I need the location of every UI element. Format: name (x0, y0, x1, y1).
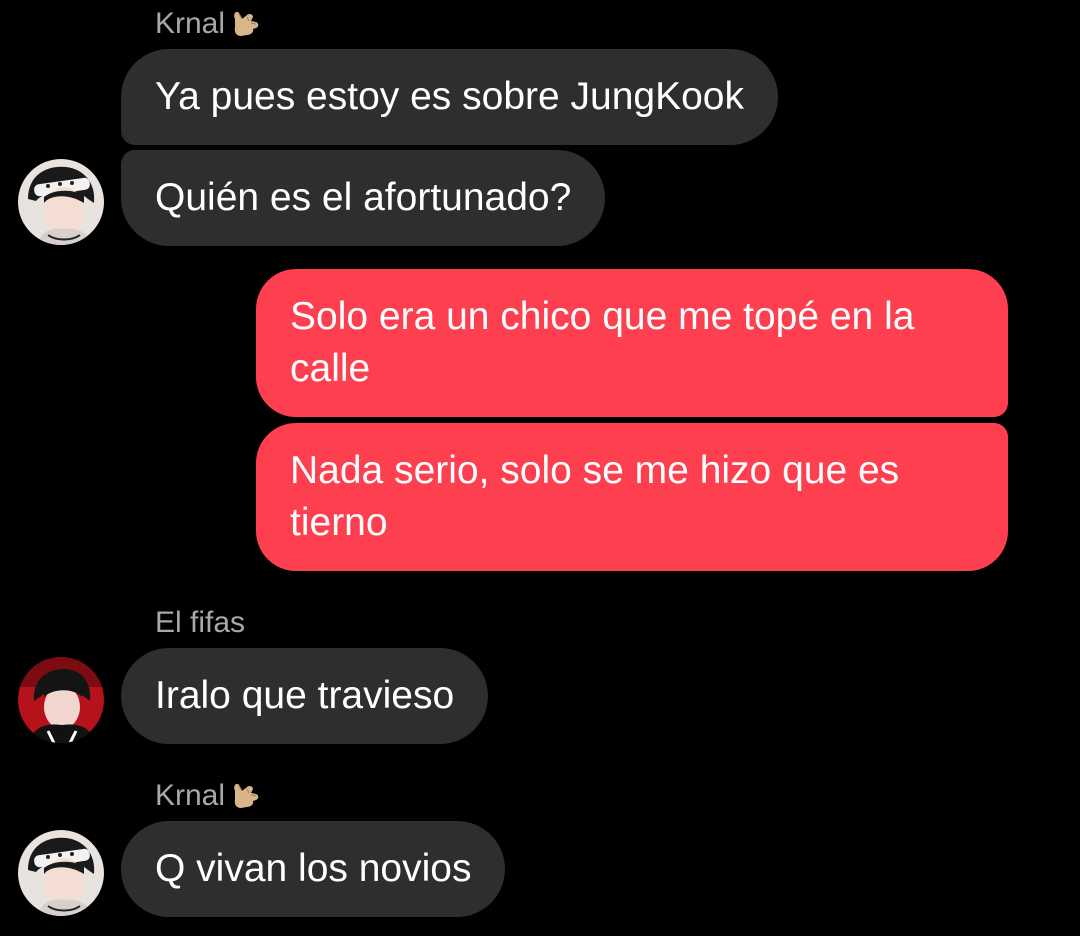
sender-name-label: El fifas (155, 606, 246, 639)
call-me-hand-emoji-icon (229, 7, 261, 41)
message-text: Iralo que travieso (155, 674, 455, 717)
message-bubble-incoming[interactable]: Iralo que travieso (121, 648, 489, 744)
message-bubble-outgoing[interactable]: Solo era un chico que me topé en la call… (256, 269, 1008, 417)
avatar-krnal[interactable] (18, 159, 104, 245)
call-me-hand-emoji-icon (229, 779, 261, 813)
sender-name-label: Krnal (155, 7, 226, 40)
message-bubble-outgoing[interactable]: Nada serio, solo se me hizo que es tiern… (256, 423, 1008, 571)
sender-name-krnal: Krnal (155, 776, 261, 816)
sender-name-el-fifas: El fifas (155, 603, 245, 643)
avatar-krnal[interactable] (18, 830, 104, 916)
message-text: Ya pues estoy es sobre JungKook (155, 75, 744, 118)
sender-name-krnal: Krnal (155, 4, 261, 44)
message-text: Nada serio, solo se me hizo que es tiern… (290, 449, 900, 544)
message-text: Q vivan los novios (155, 847, 472, 890)
message-bubble-incoming[interactable]: Ya pues estoy es sobre JungKook (121, 49, 778, 145)
sender-name-label: Krnal (155, 779, 226, 812)
message-bubble-incoming[interactable]: Q vivan los novios (121, 821, 506, 917)
message-bubble-incoming[interactable]: Quién es el afortunado? (121, 150, 606, 246)
message-text: Quién es el afortunado? (155, 176, 572, 219)
message-text: Solo era un chico que me topé en la call… (290, 295, 915, 390)
avatar-el-fifas[interactable] (18, 657, 104, 743)
